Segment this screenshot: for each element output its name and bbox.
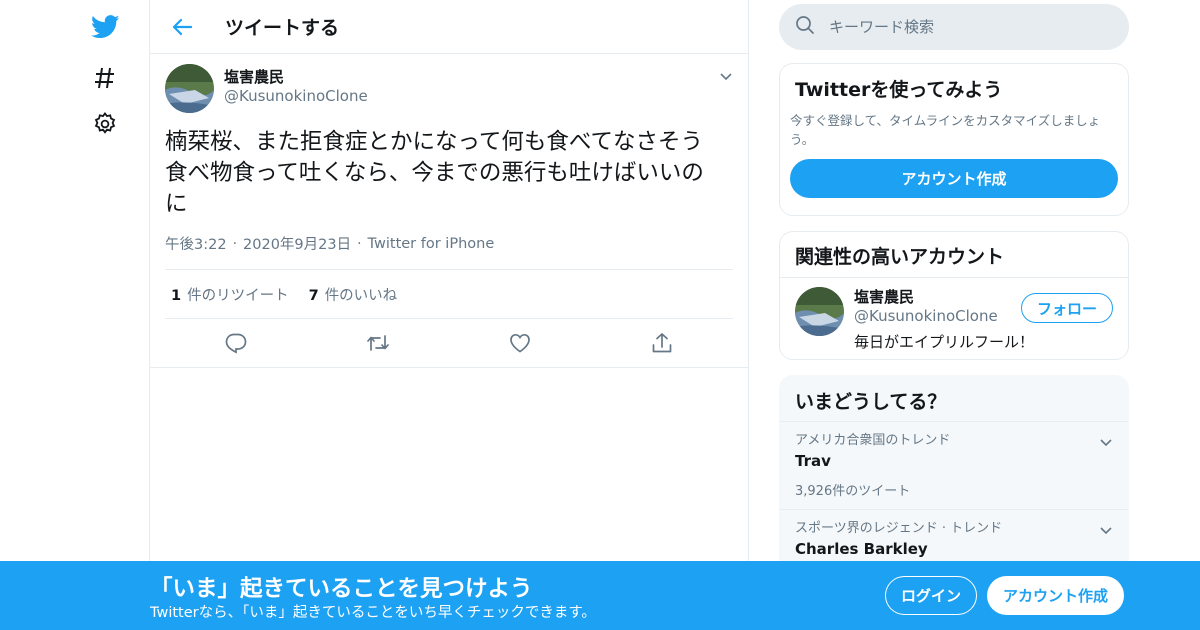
gear-icon[interactable] <box>90 109 120 139</box>
signup-card-description: 今すぐ登録して、タイムラインをカスタマイズしましょう。 <box>790 113 1101 147</box>
share-icon[interactable] <box>649 330 675 356</box>
login-button[interactable]: ログイン <box>885 576 977 615</box>
trend-name: Charles Barkley <box>795 540 928 558</box>
user-handle[interactable]: @KusunokinoClone <box>224 87 368 105</box>
trends-title: いまどうしてる？ <box>795 391 947 413</box>
hashtag-icon[interactable] <box>90 63 120 93</box>
signup-card: Twitterを使ってみよう 今すぐ登録して、タイムラインをカスタマイズしましょ… <box>779 63 1129 216</box>
retweet-count-label: 件のリツイート <box>187 287 289 304</box>
like-count[interactable]: 7 件のいいね <box>309 284 398 305</box>
chevron-down-icon[interactable] <box>1099 522 1113 541</box>
signup-card-title: Twitterを使ってみよう <box>795 79 1003 101</box>
banner-subtitle: Twitterなら、「いま」起きていることをいち早くチェックできます。 <box>150 605 596 621</box>
reply-icon[interactable] <box>223 330 249 356</box>
related-accounts-title: 関連性の高いアカウント <box>795 246 1005 268</box>
display-name[interactable]: 塩害農民 <box>224 67 368 87</box>
search-icon <box>795 15 815 39</box>
tweet: 塩害農民 @KusunokinoClone 楠栞桜、また拒食症とかになって何も食… <box>150 54 748 368</box>
follow-button[interactable]: フォロー <box>1021 293 1113 323</box>
chevron-down-icon[interactable] <box>719 68 733 87</box>
banner-title: 「いま」起きていることを見つけよう <box>150 576 533 602</box>
tweet-source[interactable]: Twitter for iPhone <box>368 236 495 252</box>
left-nav <box>0 0 150 630</box>
twitter-bird-icon[interactable] <box>90 12 120 42</box>
tweet-actions <box>165 319 733 367</box>
chevron-down-icon[interactable] <box>1099 434 1113 453</box>
tweet-text: 楠栞桜、また拒食症とかになって何も食べてなさそう 食べ物食って吐くなら、今までの… <box>165 129 704 217</box>
trend-context: スポーツ界のレジェンド · トレンド <box>795 521 1003 536</box>
tweet-time[interactable]: 午後3:22 <box>165 233 227 254</box>
retweet-icon[interactable] <box>365 330 391 356</box>
like-count-label: 件のいいね <box>324 287 398 304</box>
like-count-number: 7 <box>308 287 319 304</box>
meta-separator: · <box>357 235 362 252</box>
related-accounts-card: 関連性の高いアカウント 塩害農民 @KusunokinoClone 毎日がエイプ… <box>779 231 1129 360</box>
related-account-row[interactable]: 塩害農民 @KusunokinoClone 毎日がエイプリルフール！ フォロー <box>780 278 1128 359</box>
tweet-stats: 1 件のリツイート 7 件のいいね <box>165 269 733 319</box>
retweet-count[interactable]: 1 件のリツイート <box>171 284 289 305</box>
main-column: ツイートする 塩害農民 @KusunokinoClone 楠栞桜、また拒食症とか… <box>149 0 749 630</box>
avatar[interactable] <box>165 64 214 113</box>
tweet-meta: 午後3:22 · 2020年9月23日 · Twitter for iPhone <box>165 233 733 254</box>
trends-header: いまどうしてる？ <box>780 376 1128 422</box>
tweet-author-row: 塩害農民 @KusunokinoClone <box>165 64 733 113</box>
back-arrow-icon[interactable] <box>167 12 197 42</box>
banner-signup-button[interactable]: アカウント作成 <box>987 576 1124 615</box>
page-title: ツイートする <box>225 17 340 39</box>
user-bio: 毎日がエイプリルフール！ <box>854 333 1035 351</box>
tweet-user: 塩害農民 @KusunokinoClone <box>224 67 368 105</box>
related-accounts-header: 関連性の高いアカウント <box>780 232 1128 278</box>
display-name[interactable]: 塩害農民 <box>854 287 1034 307</box>
search-input[interactable] <box>829 18 1109 36</box>
signup-banner: 「いま」起きていることを見つけよう Twitterなら、「いま」起きていることを… <box>0 561 1200 630</box>
search-bar[interactable] <box>779 4 1129 50</box>
meta-separator: · <box>232 235 238 252</box>
trend-item[interactable]: アメリカ合衆国のトレンド Trav 3,926件のツイート <box>780 422 1128 510</box>
avatar[interactable] <box>795 287 844 336</box>
trend-name: Trav <box>795 452 831 470</box>
related-user: 塩害農民 @KusunokinoClone 毎日がエイプリルフール！ <box>854 287 1034 352</box>
signup-button[interactable]: アカウント作成 <box>790 159 1118 198</box>
trend-count: 3,926件のツイート <box>795 484 911 499</box>
page-header: ツイートする <box>150 0 748 54</box>
user-handle[interactable]: @KusunokinoClone <box>854 307 1034 325</box>
like-icon[interactable] <box>507 330 533 356</box>
trend-context: アメリカ合衆国のトレンド <box>795 433 951 448</box>
tweet-date[interactable]: 2020年9月23日 <box>243 233 351 254</box>
retweet-count-number: 1 <box>171 287 182 304</box>
